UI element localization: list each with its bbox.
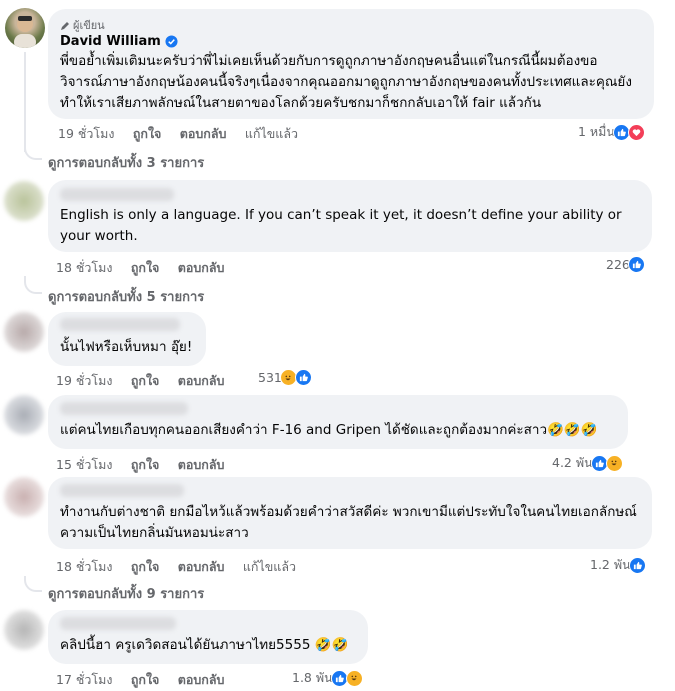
author-row: David William <box>60 31 178 52</box>
reaction-summary[interactable]: 226 <box>606 256 645 273</box>
main-comment-bubble: ผู้เขียน David William พี่ขอย้ำเพิ่มเติม… <box>48 9 654 119</box>
commenter-name-blurred <box>60 188 174 201</box>
timestamp[interactable]: 15 ชั่วโมง <box>56 457 112 472</box>
commenter-avatar[interactable] <box>4 312 44 352</box>
author-avatar[interactable] <box>5 8 45 48</box>
comment-bubble: English is only a language. If you can’t… <box>48 180 652 252</box>
timestamp[interactable]: 18 ชั่วโมง <box>56 559 112 574</box>
author-name[interactable]: David William <box>60 31 161 52</box>
comment-actions: 18 ชั่วโมง ถูกใจ ตอบกลับ <box>56 258 238 278</box>
commenter-avatar[interactable] <box>4 181 44 221</box>
haha-reaction-icon <box>605 454 623 472</box>
reaction-count: 4.2 พัน <box>552 455 593 470</box>
commenter-name-blurred <box>60 617 176 630</box>
like-button[interactable]: ถูกใจ <box>131 457 160 472</box>
like-reaction-icon <box>294 369 312 386</box>
comment-text: แต่คนไทยเกือบทุกคนออกเสียงคำว่า F-16 and… <box>60 422 598 438</box>
comment-bubble: ทำงานกับต่างชาติ ยกมือไหว้แล้วพร้อมด้วยค… <box>48 477 652 549</box>
reply-button[interactable]: ตอบกลับ <box>178 672 225 687</box>
reply-button[interactable]: ตอบกลับ <box>178 373 225 388</box>
verified-badge-icon <box>165 35 178 48</box>
reaction-summary[interactable]: 1 หมื่น <box>578 122 645 142</box>
like-button[interactable]: ถูกใจ <box>131 672 160 687</box>
view-replies-link[interactable]: ดูการตอบกลับทั้ง 5 รายการ <box>48 286 204 307</box>
comment-text: English is only a language. If you can’t… <box>60 207 622 244</box>
reply-button[interactable]: ตอบกลับ <box>178 457 225 472</box>
comment-text: นั้นไฟหรือเห็บหมา อุ๊ย! <box>60 339 193 355</box>
reaction-summary[interactable]: 1.2 พัน <box>590 555 646 575</box>
reaction-count: 1.8 พัน <box>292 670 333 685</box>
reaction-count: 1 หมื่น <box>578 124 615 139</box>
comment-actions: 17 ชั่วโมง ถูกใจ ตอบกลับ <box>56 670 238 690</box>
commenter-name-blurred <box>60 484 184 497</box>
like-button[interactable]: ถูกใจ <box>133 126 162 141</box>
commenter-name-blurred <box>60 402 188 415</box>
comment-bubble: แต่คนไทยเกือบทุกคนออกเสียงคำว่า F-16 and… <box>48 395 628 449</box>
love-reaction-icon <box>627 123 645 141</box>
reaction-summary[interactable]: 531 <box>258 369 312 386</box>
thread-line <box>24 52 26 152</box>
comment-text: ทำงานกับต่างชาติ ยกมือไหว้แล้วพร้อมด้วยค… <box>60 504 637 541</box>
reaction-count: 1.2 พัน <box>590 557 631 572</box>
reply-button[interactable]: ตอบกลับ <box>180 126 227 141</box>
edited-label[interactable]: แก้ไขแล้ว <box>243 559 296 574</box>
like-button[interactable]: ถูกใจ <box>131 260 160 275</box>
thread-curve <box>24 276 42 294</box>
like-button[interactable]: ถูกใจ <box>131 559 160 574</box>
comment-text: พี่ขอย้ำเพิ่มเติมนะครับว่าพี่ไม่เคยเห็นด… <box>60 53 632 111</box>
reaction-count: 531 <box>258 370 282 385</box>
comment-actions: 15 ชั่วโมง ถูกใจ ตอบกลับ <box>56 455 238 475</box>
comment-text: คลิปนี้ฮา ครูเดวิดสอนได้ยันภาษาไทย5555 🤣… <box>60 637 349 653</box>
view-replies-link[interactable]: ดูการตอบกลับทั้ง 3 รายการ <box>48 152 204 173</box>
thread-curve <box>24 576 42 592</box>
edited-label[interactable]: แก้ไขแล้ว <box>245 126 298 141</box>
like-button[interactable]: ถูกใจ <box>131 373 160 388</box>
reaction-count: 226 <box>606 257 630 272</box>
thread-curve <box>24 140 42 160</box>
comment-bubble: คลิปนี้ฮา ครูเดวิดสอนได้ยันภาษาไทย5555 🤣… <box>48 610 368 664</box>
timestamp[interactable]: 18 ชั่วโมง <box>56 260 112 275</box>
like-reaction-icon <box>628 556 646 574</box>
reaction-summary[interactable]: 1.8 พัน <box>292 668 363 688</box>
comment-actions: 19 ชั่วโมง ถูกใจ ตอบกลับ <box>56 371 238 391</box>
commenter-name-blurred <box>60 318 180 331</box>
haha-reaction-icon <box>345 669 363 687</box>
avatar-image <box>14 16 36 48</box>
commenter-avatar[interactable] <box>4 610 44 650</box>
comment-bubble: นั้นไฟหรือเห็บหมา อุ๊ย! <box>48 312 206 366</box>
commenter-avatar[interactable] <box>4 477 44 517</box>
reaction-summary[interactable]: 4.2 พัน <box>552 453 623 473</box>
timestamp[interactable]: 17 ชั่วโมง <box>56 672 112 687</box>
reply-button[interactable]: ตอบกลับ <box>178 260 225 275</box>
reply-button[interactable]: ตอบกลับ <box>178 559 225 574</box>
commenter-avatar[interactable] <box>4 395 44 435</box>
comment-actions: 19 ชั่วโมง ถูกใจ ตอบกลับ แก้ไขแล้ว <box>58 124 312 144</box>
like-reaction-icon <box>627 256 645 273</box>
pen-icon <box>61 21 69 30</box>
timestamp[interactable]: 19 ชั่วโมง <box>58 126 114 141</box>
comment-actions: 18 ชั่วโมง ถูกใจ ตอบกลับ แก้ไขแล้ว <box>56 557 310 577</box>
view-replies-link[interactable]: ดูการตอบกลับทั้ง 9 รายการ <box>48 583 204 604</box>
timestamp[interactable]: 19 ชั่วโมง <box>56 373 112 388</box>
